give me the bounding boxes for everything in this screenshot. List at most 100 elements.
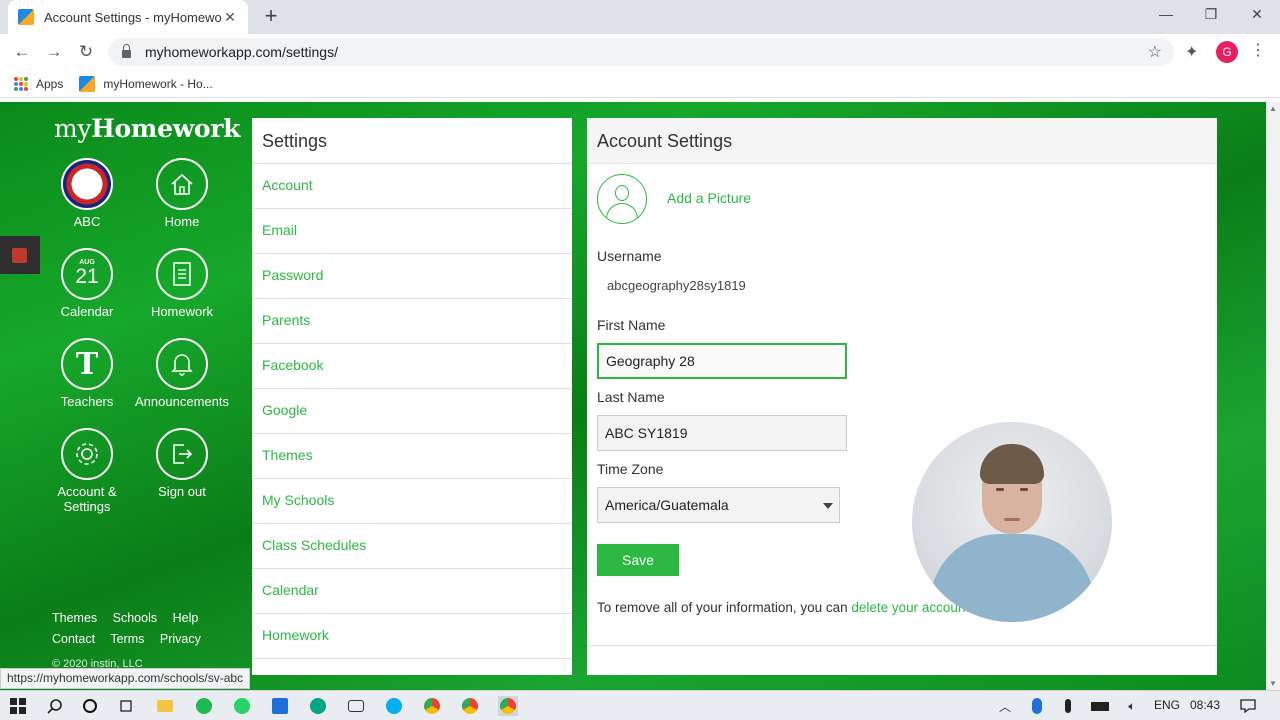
browser-tab[interactable]: Account Settings - myHomework ✕ xyxy=(8,0,248,34)
myhomework-logo[interactable]: myHomework xyxy=(54,114,240,143)
settings-item-facebook[interactable]: Facebook xyxy=(252,344,572,389)
dropdown-arrow-icon xyxy=(823,503,833,509)
username-value: abcgeography28sy1819 xyxy=(607,278,746,293)
settings-item-account[interactable]: Account xyxy=(252,164,572,209)
document-icon xyxy=(156,248,208,300)
nav-home[interactable]: Home xyxy=(132,158,232,229)
nav-label: Account & Settings xyxy=(57,484,117,514)
first-name-label: First Name xyxy=(597,317,666,333)
clock[interactable]: 08:43 xyxy=(1190,698,1220,712)
microphone-icon[interactable] xyxy=(1058,696,1078,716)
footer-link-schools[interactable]: Schools xyxy=(113,611,157,625)
bookmark-myhomework[interactable]: myHomework - Ho... xyxy=(103,77,212,91)
file-explorer-icon[interactable] xyxy=(155,696,175,716)
nav-label: Home xyxy=(164,214,200,229)
bookmark-star-icon[interactable]: ☆ xyxy=(1148,42,1162,62)
extensions-icon[interactable]: ✦ xyxy=(1185,42,1198,62)
forward-button[interactable]: → xyxy=(44,42,64,62)
bell-icon xyxy=(156,338,208,390)
window-close-button[interactable]: ✕ xyxy=(1247,6,1267,23)
settings-item-class-schedules[interactable]: Class Schedules xyxy=(252,524,572,569)
settings-item-parents[interactable]: Parents xyxy=(252,299,572,344)
scroll-down-icon[interactable]: ▼ xyxy=(1269,679,1277,688)
settings-item-password[interactable]: Password xyxy=(252,254,572,299)
first-name-field[interactable] xyxy=(597,343,847,379)
chrome-icon[interactable] xyxy=(460,696,480,716)
spotify-icon[interactable] xyxy=(194,696,214,716)
footer-link-contact[interactable]: Contact xyxy=(52,632,95,646)
cortana-icon[interactable] xyxy=(80,696,100,716)
footer-link-terms[interactable]: Terms xyxy=(110,632,144,646)
nav-label: Calendar xyxy=(60,304,114,319)
bookmark-apps[interactable]: Apps xyxy=(36,77,63,91)
account-settings-panel: Account Settings Add a Picture Username … xyxy=(587,118,1217,675)
store-app-icon[interactable] xyxy=(270,696,290,716)
task-view-icon[interactable] xyxy=(116,696,136,716)
settings-item-my-schools[interactable]: My Schools xyxy=(252,479,572,524)
url-text: myhomeworkapp.com/settings/ xyxy=(145,44,338,60)
windows-start-icon[interactable] xyxy=(8,696,28,716)
chrome-active-icon[interactable] xyxy=(498,696,518,716)
nav-homework[interactable]: Homework xyxy=(132,248,232,319)
browser-tab-strip: Account Settings - myHomework ✕ + — ❐ ✕ xyxy=(0,0,1280,34)
time-zone-select[interactable]: America/Guatemala xyxy=(597,487,840,523)
address-bar[interactable]: myhomeworkapp.com/settings/ ☆ xyxy=(108,38,1174,66)
nav-teachers[interactable]: T Teachers xyxy=(37,338,137,409)
bluetooth-icon[interactable] xyxy=(1027,696,1047,716)
nav-label: Homework xyxy=(150,304,214,319)
window-minimize-button[interactable]: — xyxy=(1156,6,1176,22)
skype-icon[interactable] xyxy=(384,696,404,716)
search-icon[interactable] xyxy=(45,696,65,716)
last-name-field[interactable] xyxy=(597,415,847,451)
nav-sign-out[interactable]: Sign out xyxy=(132,428,232,499)
tab-close-icon[interactable]: ✕ xyxy=(222,9,238,26)
add-picture-link[interactable]: Add a Picture xyxy=(667,190,751,206)
bookmarks-bar: Apps myHomework - Ho... xyxy=(0,70,1280,98)
chrome-icon[interactable] xyxy=(422,696,442,716)
settings-item-themes[interactable]: Themes xyxy=(252,434,572,479)
profile-avatar[interactable]: G xyxy=(1216,41,1238,63)
scroll-up-icon[interactable]: ▲ xyxy=(1269,104,1277,113)
tray-chevron-up-icon[interactable]: ︿ xyxy=(995,696,1015,716)
whatsapp-icon[interactable] xyxy=(232,696,252,716)
battery-icon[interactable] xyxy=(1090,696,1110,716)
gear-icon xyxy=(61,428,113,480)
window-restore-button[interactable]: ❐ xyxy=(1201,6,1221,23)
settings-item-email[interactable]: Email xyxy=(252,209,572,254)
reload-button[interactable]: ↻ xyxy=(76,42,96,62)
back-button[interactable]: ← xyxy=(12,42,32,62)
nav-label: Teachers xyxy=(60,394,114,409)
settings-item-homework[interactable]: Homework xyxy=(252,614,572,659)
sign-out-icon xyxy=(156,428,208,480)
photos-icon[interactable] xyxy=(346,696,366,716)
nav-label: Sign out xyxy=(158,484,206,499)
new-tab-button[interactable]: + xyxy=(260,5,282,27)
user-avatar-icon[interactable] xyxy=(597,174,647,224)
footer-link-help[interactable]: Help xyxy=(173,611,199,625)
footer-link-privacy[interactable]: Privacy xyxy=(160,632,201,646)
page-scrollbar[interactable]: ▲ ▼ xyxy=(1266,102,1280,690)
browser-menu-icon[interactable]: ⋮ xyxy=(1250,40,1266,60)
apps-grid-icon[interactable] xyxy=(14,76,28,91)
last-name-label: Last Name xyxy=(597,389,665,405)
school-crest-icon xyxy=(61,158,113,210)
chat-app-icon[interactable] xyxy=(308,696,328,716)
footer-link-themes[interactable]: Themes xyxy=(52,611,97,625)
settings-item-calendar[interactable]: Calendar xyxy=(252,569,572,614)
browser-toolbar: ← → ↻ myhomeworkapp.com/settings/ ☆ ✦ G … xyxy=(0,34,1280,70)
settings-item-google[interactable]: Google xyxy=(252,389,572,434)
nav-announcements[interactable]: Announcements xyxy=(132,338,232,409)
recording-stop-button[interactable] xyxy=(0,236,40,274)
volume-icon[interactable]: 🔈︎ xyxy=(1122,696,1142,716)
nav-calendar[interactable]: AUG 21 Calendar xyxy=(37,248,137,319)
nav-label: Announcements xyxy=(135,394,229,409)
tab-title: Account Settings - myHomework xyxy=(44,9,222,25)
save-button[interactable]: Save xyxy=(597,544,679,576)
time-zone-label: Time Zone xyxy=(597,461,664,477)
nav-school-abc[interactable]: ABC xyxy=(37,158,137,229)
notifications-icon[interactable] xyxy=(1238,696,1258,716)
settings-menu-panel: Settings Account Email Password Parents … xyxy=(252,118,572,675)
nav-account-settings[interactable]: Account & Settings xyxy=(37,428,137,514)
language-indicator[interactable]: ENG xyxy=(1154,698,1180,712)
teacher-icon: T xyxy=(61,338,113,390)
